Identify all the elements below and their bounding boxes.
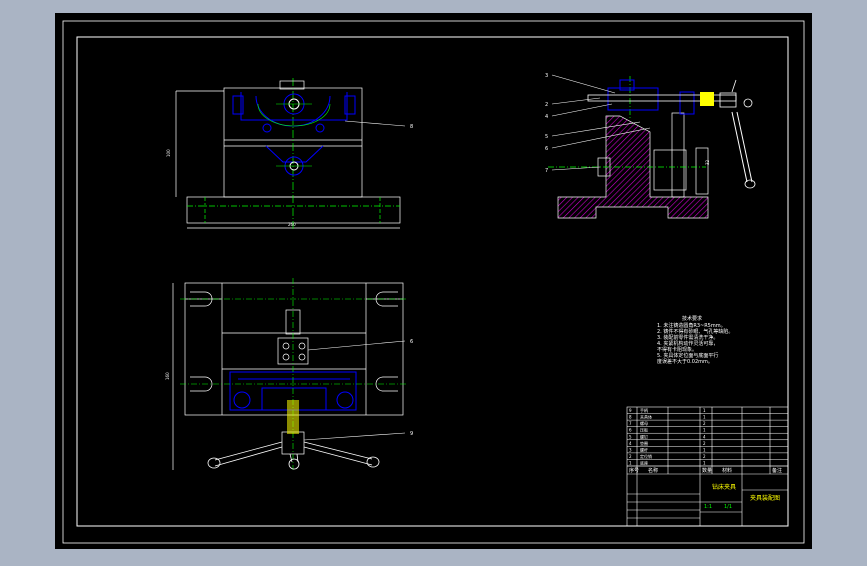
balloon-side-2: 2: [545, 102, 548, 108]
balloon-top-9: 9: [410, 431, 413, 437]
header-qty: 数量: [702, 467, 712, 474]
sheet-value: 1/1: [724, 504, 732, 510]
parts-row-name: 底座: [640, 460, 648, 466]
handle-screw: [287, 400, 299, 434]
balloon-side-3: 3: [545, 73, 548, 79]
balloon-side-4: 4: [545, 114, 548, 120]
header-name: 名称: [648, 467, 658, 474]
note-line-5: 不得有卡阻现象。: [657, 346, 697, 353]
dim-front-height: 100: [166, 149, 171, 157]
header-no: 序号: [629, 467, 639, 474]
parts-row-name: 定位销: [640, 453, 652, 459]
cad-drawing: 8 100 260 6 9 160 3 2 4 5 6 7 32 技术要求 1.…: [55, 13, 812, 549]
note-line-4: 4. 夹紧机构动作灵活可靠，: [657, 340, 718, 347]
parts-row-name: 夹具体: [640, 414, 652, 420]
note-line-1: 1. 未注铸造圆角R3~R5mm。: [657, 322, 726, 329]
parts-row-name: 螺钉: [640, 433, 648, 439]
note-line-7: 度误差不大于0.02mm。: [657, 358, 713, 365]
drawing-canvas: 8 100 260 6 9 160 3 2 4 5 6 7 32 技术要求 1.…: [0, 0, 867, 562]
balloon-top-6: 6: [410, 339, 413, 345]
parts-row-name: 压板: [640, 427, 648, 433]
drawing-sheet: [55, 13, 812, 549]
dim-front-width: 260: [288, 222, 296, 227]
parts-row-name: 垫圈: [640, 440, 648, 446]
note-line-3: 3. 装配前零件需清洗干净。: [657, 334, 718, 341]
parts-row-name: 手柄: [640, 407, 648, 413]
balloon-front-8: 8: [410, 124, 413, 130]
note-line-2: 2. 铸件不得有砂眼、气孔等缺陷。: [657, 328, 733, 335]
dim-side-small: 32: [705, 159, 710, 165]
dim-top-height: 160: [165, 372, 170, 380]
drawing-name: 钻床夹具: [712, 483, 736, 491]
parts-row-name: 螺杆: [640, 446, 648, 452]
drawing-title: 夹具装配图: [750, 494, 780, 502]
notes-title: 技术要求: [682, 315, 702, 322]
balloon-side-6: 6: [545, 146, 548, 152]
scale-value: 1:1: [704, 504, 712, 510]
note-line-6: 5. 夹具体定位面与底面平行: [657, 352, 718, 359]
header-material: 材料: [722, 467, 732, 474]
header-note: 备注: [772, 467, 782, 474]
balloon-side-5: 5: [545, 134, 548, 140]
balloon-side-7: 7: [545, 168, 548, 174]
parts-row-name: 螺母: [640, 420, 648, 426]
